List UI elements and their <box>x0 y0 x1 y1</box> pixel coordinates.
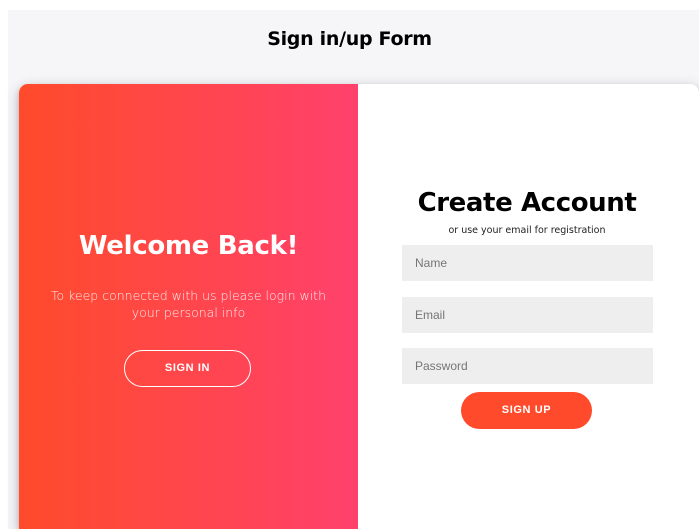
auth-card: Welcome Back! To keep connected with us … <box>19 84 699 529</box>
welcome-overlay-panel: Welcome Back! To keep connected with us … <box>19 84 358 529</box>
sign-up-button[interactable]: SIGN UP <box>461 392 592 429</box>
create-account-title: Create Account <box>417 188 637 218</box>
email-field[interactable] <box>402 297 653 333</box>
welcome-title: Welcome Back! <box>78 231 299 261</box>
welcome-message: To keep connected with us please login w… <box>51 288 326 320</box>
name-field[interactable] <box>402 245 653 281</box>
password-field[interactable] <box>402 348 653 384</box>
page-title: Sign in/up Form <box>267 28 432 50</box>
sign-up-form-panel: Create Account or use your email for reg… <box>358 84 699 529</box>
form-subtitle: or use your email for registration <box>448 225 606 236</box>
sign-in-button[interactable]: SIGN IN <box>124 350 251 387</box>
